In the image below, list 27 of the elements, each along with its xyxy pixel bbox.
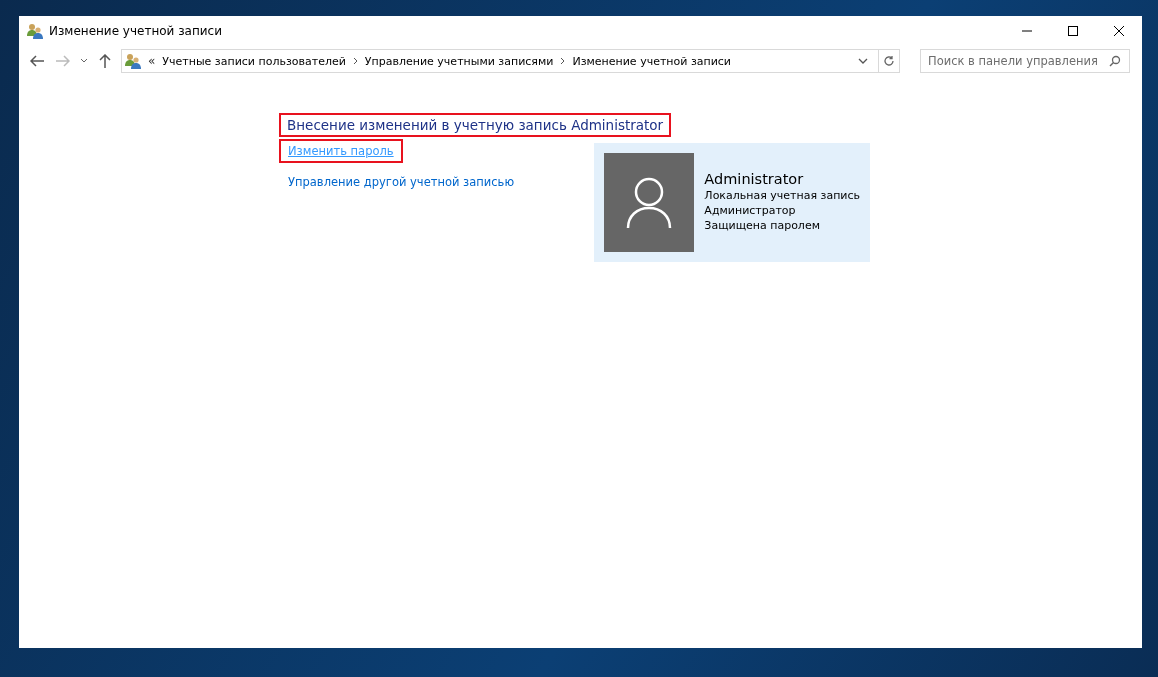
account-detail: Локальная учетная запись (704, 188, 860, 203)
breadcrumb-item[interactable]: Управление учетными записями (364, 54, 554, 68)
overflow-chevron[interactable]: « (148, 54, 156, 68)
breadcrumb-item[interactable]: Учетные записи пользователей (162, 54, 346, 68)
forward-arrow-icon (56, 55, 70, 67)
maximize-icon (1068, 26, 1078, 36)
up-arrow-icon (99, 54, 111, 68)
window-title: Изменение учетной записи (49, 24, 222, 38)
chevron-icon (352, 57, 358, 65)
close-icon (1114, 26, 1124, 36)
account-detail: Защищена паролем (704, 218, 821, 233)
address-bar[interactable]: « Учетные записи пользователей Управление учетными записями Изменение учетной записи (121, 49, 900, 73)
users-icon (27, 23, 43, 39)
back-arrow-icon (30, 55, 44, 67)
task-link[interactable]: Управление другой учетной записью (279, 170, 524, 194)
page-heading: Внесение изменений в учетную запись Administrator (279, 113, 672, 137)
search-icon (1109, 55, 1121, 67)
breadcrumb-item[interactable]: Изменение учетной записи (572, 54, 731, 68)
dropdown-icon[interactable] (858, 58, 868, 64)
account-name: Administrator (704, 171, 805, 187)
user-silhouette-icon (626, 176, 673, 229)
users-icon (125, 53, 141, 69)
chevron-icon (560, 57, 566, 65)
refresh-icon (883, 55, 895, 67)
search-field[interactable]: Поиск в панели управления (920, 49, 1130, 73)
caret-icon (80, 58, 88, 64)
account-detail: Администратор (704, 203, 797, 218)
